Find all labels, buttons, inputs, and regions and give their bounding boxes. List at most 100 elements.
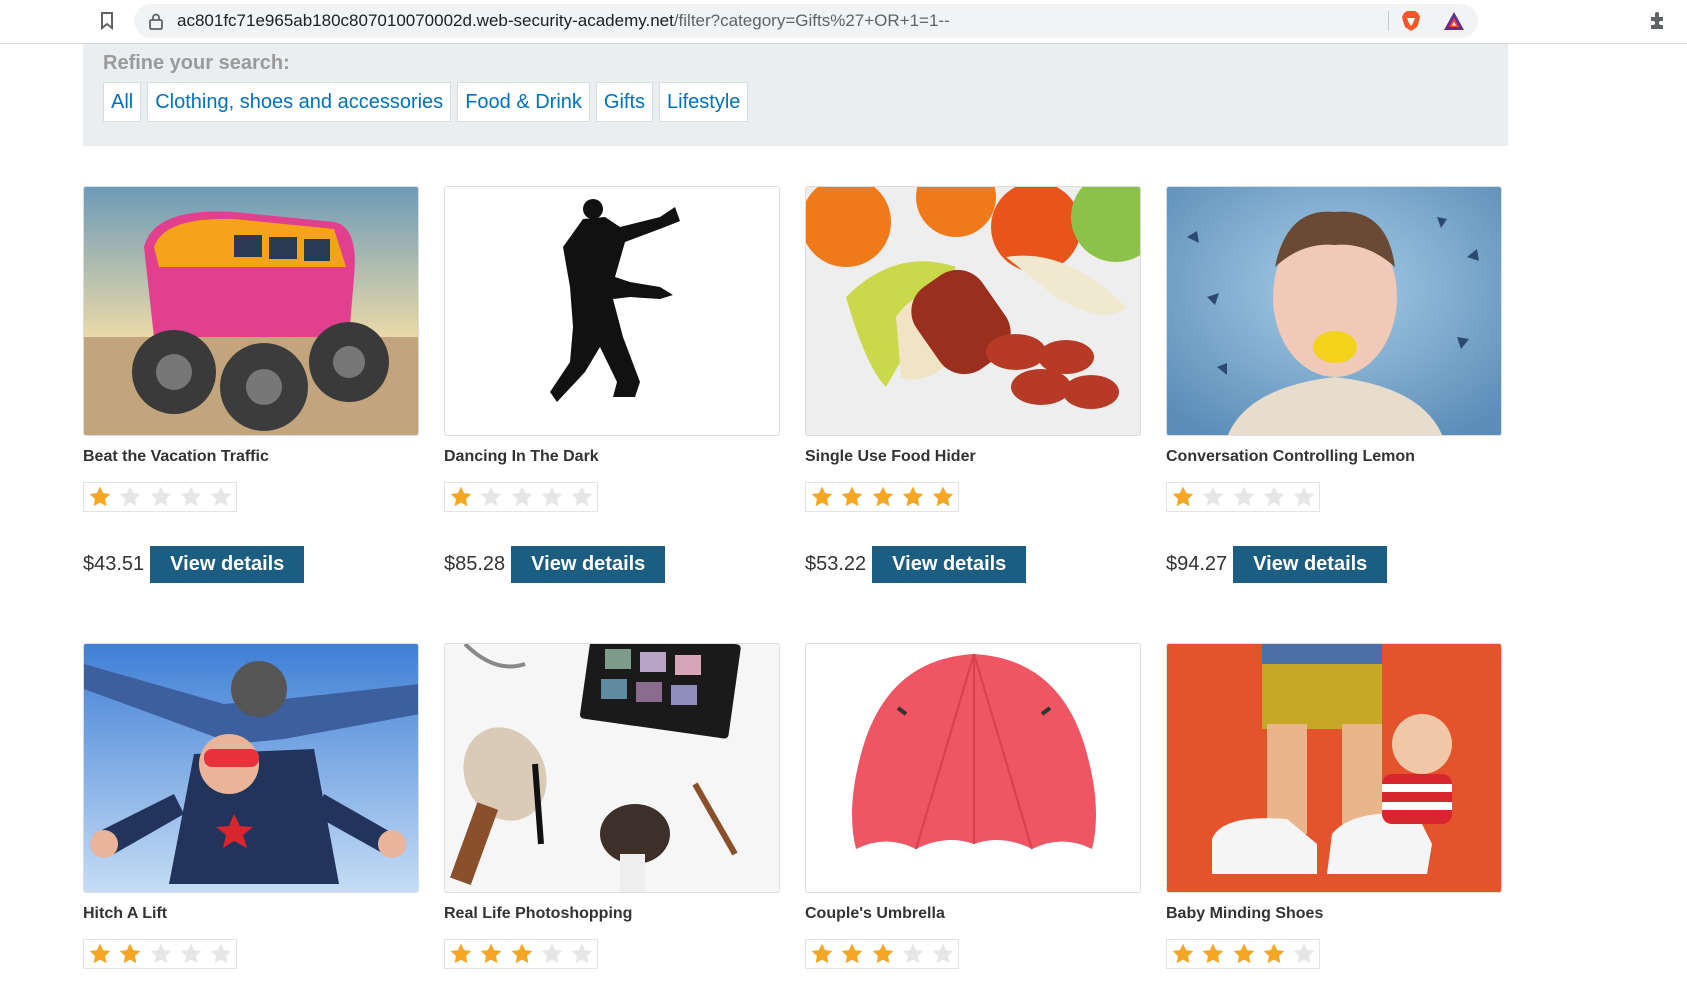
- filter-panel: Refine your search: All Clothing, shoes …: [83, 44, 1508, 146]
- star-empty-icon: [537, 483, 567, 511]
- star-filled-icon: [898, 483, 928, 511]
- star-rating: [83, 482, 237, 512]
- star-empty-icon: [206, 483, 236, 511]
- product-image[interactable]: [1166, 643, 1502, 893]
- star-filled-icon: [1228, 940, 1258, 968]
- star-rating: [1166, 482, 1320, 512]
- star-empty-icon: [506, 483, 536, 511]
- filter-title: Refine your search:: [103, 52, 290, 74]
- category-filter-list: All Clothing, shoes and accessories Food…: [103, 82, 749, 122]
- star-filled-icon: [85, 940, 115, 968]
- star-filled-icon: [506, 940, 536, 968]
- price-row: $43.51 View details: [83, 546, 305, 583]
- product-title: Couple's Umbrella: [805, 905, 945, 922]
- view-details-button[interactable]: View details: [150, 546, 305, 583]
- star-empty-icon: [1289, 940, 1319, 968]
- url-path: /filter?category=Gifts%27+OR+1=1--: [673, 11, 950, 30]
- star-filled-icon: [837, 483, 867, 511]
- product-image[interactable]: [444, 186, 780, 436]
- view-details-button[interactable]: View details: [872, 546, 1027, 583]
- product-image[interactable]: [805, 643, 1141, 893]
- extensions-icon[interactable]: [1647, 10, 1669, 32]
- bat-rewards-icon[interactable]: [1443, 11, 1465, 31]
- product-title: Single Use Food Hider: [805, 448, 976, 465]
- bookmark-icon[interactable]: [97, 11, 117, 31]
- star-rating: [1166, 939, 1320, 969]
- star-empty-icon: [145, 483, 175, 511]
- star-empty-icon: [898, 940, 928, 968]
- product-card: Single Use Food Hider $53.22 View detail…: [805, 186, 1141, 583]
- star-empty-icon: [115, 483, 145, 511]
- product-image[interactable]: [444, 643, 780, 893]
- lock-icon[interactable]: [148, 12, 164, 30]
- product-title: Hitch A Lift: [83, 905, 168, 922]
- star-empty-icon: [1259, 483, 1289, 511]
- price-row: $85.28 View details: [444, 546, 666, 583]
- star-empty-icon: [476, 483, 506, 511]
- star-empty-icon: [176, 940, 206, 968]
- star-empty-icon: [1228, 483, 1258, 511]
- product-card: Beat the Vacation Traffic $43.51 View de…: [83, 186, 419, 583]
- product-price: $53.22: [805, 553, 867, 575]
- star-filled-icon: [1198, 940, 1228, 968]
- product-image[interactable]: [83, 186, 419, 436]
- view-details-button[interactable]: View details: [1233, 546, 1388, 583]
- star-filled-icon: [807, 483, 837, 511]
- star-filled-icon: [1168, 940, 1198, 968]
- star-empty-icon: [567, 483, 597, 511]
- product-card: Hitch A Lift: [83, 643, 419, 969]
- price-row: $94.27 View details: [1166, 546, 1388, 583]
- product-image[interactable]: [83, 643, 419, 893]
- star-filled-icon: [446, 483, 476, 511]
- star-rating: [805, 482, 959, 512]
- product-card: Couple's Umbrella: [805, 643, 1141, 969]
- star-rating: [444, 939, 598, 969]
- star-empty-icon: [1289, 483, 1319, 511]
- star-rating: [444, 482, 598, 512]
- category-link-food-drink[interactable]: Food & Drink: [457, 82, 590, 122]
- product-title: Baby Minding Shoes: [1166, 905, 1324, 922]
- star-filled-icon: [476, 940, 506, 968]
- product-card: Real Life Photoshopping: [444, 643, 780, 969]
- star-filled-icon: [867, 940, 897, 968]
- star-filled-icon: [85, 483, 115, 511]
- star-empty-icon: [1198, 483, 1228, 511]
- star-filled-icon: [867, 483, 897, 511]
- star-empty-icon: [567, 940, 597, 968]
- star-filled-icon: [837, 940, 867, 968]
- category-link-gifts[interactable]: Gifts: [595, 82, 654, 122]
- url-text[interactable]: ac801fc71e965ab180c807010070002d.web-sec…: [177, 4, 950, 38]
- browser-toolbar: ac801fc71e965ab180c807010070002d.web-sec…: [0, 0, 1687, 44]
- product-title: Real Life Photoshopping: [444, 905, 633, 922]
- product-title: Beat the Vacation Traffic: [83, 448, 269, 465]
- url-divider: [1388, 11, 1389, 31]
- star-empty-icon: [145, 940, 175, 968]
- view-details-button[interactable]: View details: [511, 546, 666, 583]
- price-row: $53.22 View details: [805, 546, 1027, 583]
- product-card: Conversation Controlling Lemon $94.27 Vi…: [1166, 186, 1502, 583]
- star-filled-icon: [446, 940, 476, 968]
- product-card: Baby Minding Shoes: [1166, 643, 1502, 969]
- category-link-lifestyle[interactable]: Lifestyle: [659, 82, 749, 122]
- product-image[interactable]: [805, 186, 1141, 436]
- star-empty-icon: [928, 940, 958, 968]
- product-image[interactable]: [1166, 186, 1502, 436]
- star-filled-icon: [807, 940, 837, 968]
- product-price: $43.51: [83, 553, 145, 575]
- product-price: $85.28: [444, 553, 506, 575]
- star-filled-icon: [928, 483, 958, 511]
- url-host: ac801fc71e965ab180c807010070002d.web-sec…: [177, 11, 674, 30]
- product-title: Conversation Controlling Lemon: [1166, 448, 1415, 465]
- address-bar[interactable]: ac801fc71e965ab180c807010070002d.web-sec…: [134, 4, 1478, 38]
- product-price: $94.27: [1166, 553, 1228, 575]
- product-card: Dancing In The Dark $85.28 View details: [444, 186, 780, 583]
- product-title: Dancing In The Dark: [444, 448, 599, 465]
- brave-shield-icon[interactable]: [1400, 10, 1422, 32]
- star-filled-icon: [115, 940, 145, 968]
- category-link-all[interactable]: All: [103, 82, 142, 122]
- category-link-clothing[interactable]: Clothing, shoes and accessories: [147, 82, 452, 122]
- star-empty-icon: [176, 483, 206, 511]
- star-filled-icon: [1168, 483, 1198, 511]
- star-rating: [83, 939, 237, 969]
- star-rating: [805, 939, 959, 969]
